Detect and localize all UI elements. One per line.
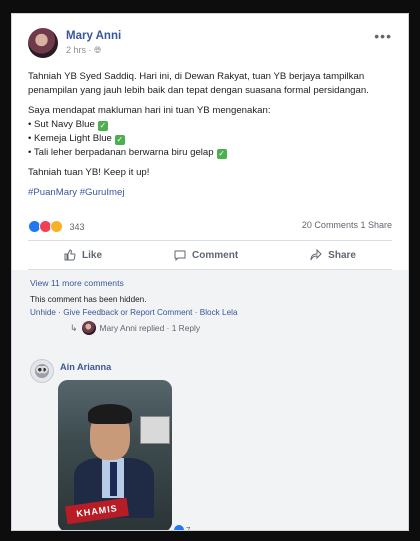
comments-count[interactable]: 20 Comments — [302, 220, 358, 230]
screenshot-frame: Mary Anni 2 hrs · 🌐︎ ••• Tahniah YB Syed… — [0, 0, 420, 541]
comments-section: View 11 more comments This comment has b… — [12, 270, 408, 530]
thumbs-up-icon — [64, 249, 76, 261]
reply-arrow-icon: ↳ — [70, 322, 78, 333]
more-options-button[interactable]: ••• — [374, 28, 392, 44]
comment-button[interactable]: Comment — [174, 249, 238, 261]
comment-icon — [174, 250, 186, 261]
like-label: Like — [82, 249, 103, 261]
reaction-count[interactable]: 343 — [70, 222, 85, 232]
share-label: Share — [328, 249, 356, 261]
author-name[interactable]: Mary Anni — [66, 30, 121, 42]
globe-icon: 🌐︎ — [94, 45, 102, 55]
post-paragraph-2: Saya mendapat makluman hari ini tuan YB … — [28, 104, 392, 160]
comment-reaction-badge[interactable]: 7 — [174, 525, 191, 531]
commenter-name[interactable]: Ain Arianna — [60, 362, 111, 372]
share-button[interactable]: Share — [310, 249, 356, 261]
haha-reaction-icon[interactable] — [50, 220, 63, 233]
post-header: Mary Anni 2 hrs · 🌐︎ ••• — [28, 28, 394, 60]
comment-photo[interactable]: KHAMIS — [58, 380, 172, 530]
check-icon: ✓ — [114, 135, 125, 145]
post-paragraph-1: Tahniah YB Syed Saddiq. Hari ini, di Dew… — [28, 71, 369, 96]
like-button[interactable]: Like — [64, 249, 102, 261]
post-closing: Tahniah tuan YB! Keep it up! — [28, 167, 150, 178]
hidden-comment-actions[interactable]: Unhide · Give Feedback or Report Comment… — [30, 308, 238, 317]
owl-icon — [35, 364, 49, 378]
check-icon: ✓ — [97, 121, 108, 131]
photo-tie — [110, 462, 117, 496]
reply-thread-link[interactable]: ↳ Mary Anni replied · 1 Reply — [70, 321, 200, 335]
facebook-post-card: Mary Anni 2 hrs · 🌐︎ ••• Tahniah YB Syed… — [11, 13, 409, 531]
comment-reaction-count: 7 — [186, 525, 191, 531]
photo-hair — [88, 404, 132, 424]
post-meta: 2 hrs · 🌐︎ — [66, 45, 101, 56]
comment-label: Comment — [192, 249, 239, 261]
share-icon — [310, 249, 322, 261]
replier-avatar — [81, 321, 96, 335]
post-body: Tahniah YB Syed Saddiq. Hari ini, di Dew… — [28, 70, 392, 206]
author-avatar[interactable] — [28, 28, 58, 58]
post-intro-line: Saya mendapat makluman hari ini tuan YB … — [28, 105, 271, 116]
list-item-shirt: • Kemeja Light Blue — [28, 133, 112, 144]
like-reaction-icon — [174, 525, 184, 530]
shares-count[interactable]: 1 Share — [360, 220, 392, 230]
reactions-bar: 343 20 Comments 1 Share — [28, 220, 392, 234]
photo-panel — [140, 416, 170, 444]
commenter-avatar[interactable] — [30, 359, 54, 383]
reply-text: Mary Anni replied · 1 Reply — [99, 323, 201, 333]
post-hashtags[interactable]: #PuanMary #GuruImej — [28, 186, 392, 200]
check-icon: ✓ — [216, 149, 227, 159]
list-item-suit: • Sut Navy Blue — [28, 119, 95, 130]
engagement-counts: 20 Comments 1 Share — [302, 220, 392, 230]
post-time[interactable]: 2 hrs · — [66, 45, 94, 55]
post-actions: Like Comment Share — [28, 241, 392, 269]
list-item-tie: • Tali leher berpadanan berwarna biru ge… — [28, 147, 214, 158]
hidden-comment-note: This comment has been hidden. — [30, 295, 147, 304]
view-more-comments-link[interactable]: View 11 more comments — [30, 278, 124, 288]
